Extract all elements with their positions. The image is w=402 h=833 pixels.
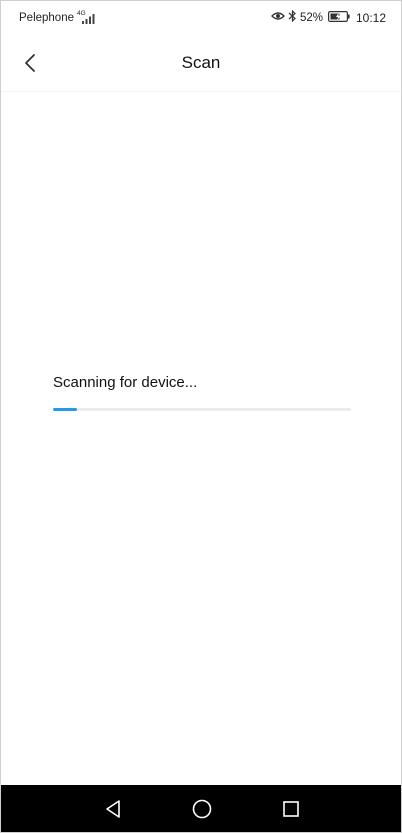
clock-time: 10:12 bbox=[355, 11, 386, 25]
bluetooth-icon bbox=[288, 9, 297, 26]
status-bar: Pelephone 4G 52% 10:12 bbox=[1, 1, 401, 35]
scan-progress-fill bbox=[53, 408, 77, 411]
back-triangle-icon bbox=[106, 800, 120, 818]
header-bar: Scan bbox=[1, 35, 401, 92]
nav-recents-button[interactable] bbox=[279, 797, 303, 821]
nav-home-button[interactable] bbox=[190, 797, 214, 821]
status-right: 52% 10:12 bbox=[271, 9, 386, 26]
signal-icon bbox=[81, 13, 95, 27]
phone-screen: Pelephone 4G 52% 10:12 Scan Scanning for… bbox=[0, 0, 402, 833]
scan-status-label: Scanning for device... bbox=[53, 374, 198, 391]
battery-percent: 52% bbox=[299, 12, 323, 24]
scan-section: Scanning for device... bbox=[53, 373, 351, 411]
navigation-bar bbox=[1, 785, 401, 832]
status-left: Pelephone 4G bbox=[19, 10, 95, 27]
nav-back-button[interactable] bbox=[101, 797, 125, 821]
carrier-name: Pelephone bbox=[19, 12, 74, 24]
recents-square-icon bbox=[283, 801, 299, 817]
home-circle-icon bbox=[192, 799, 212, 819]
scan-progress-bar bbox=[53, 408, 351, 411]
eye-comfort-icon bbox=[271, 11, 285, 25]
battery-icon bbox=[327, 10, 350, 26]
page-title: Scan bbox=[181, 53, 221, 72]
